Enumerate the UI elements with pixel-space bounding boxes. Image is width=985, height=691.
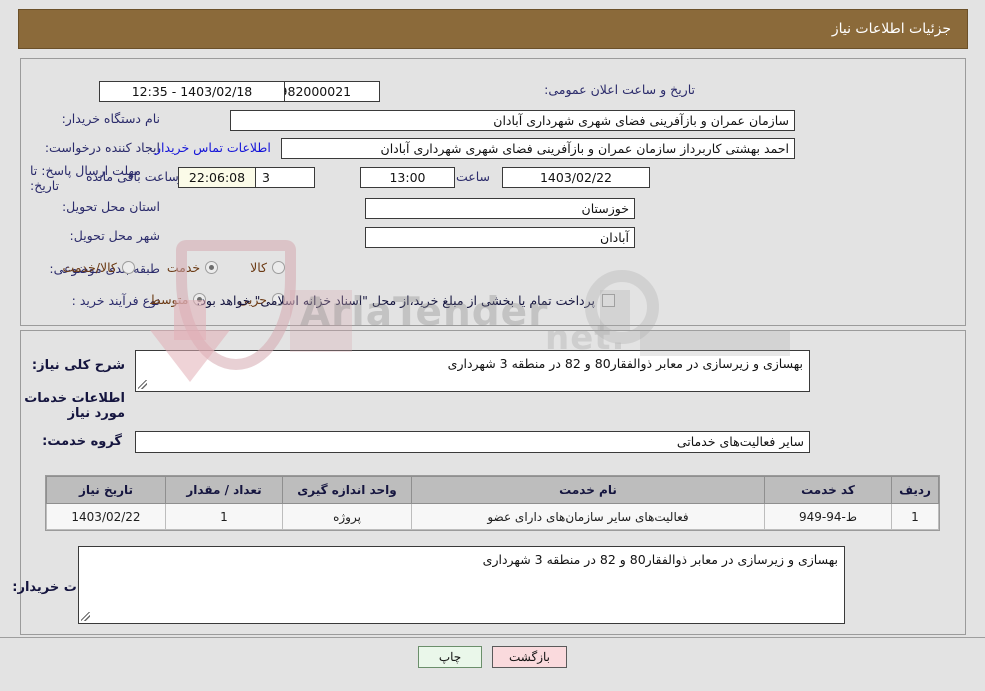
cell-unit: پروژه bbox=[282, 503, 412, 530]
cell-need-date: 1403/02/22 bbox=[46, 503, 166, 530]
cell-service-name: فعالیت‌های سایر سازمان‌های دارای عضو bbox=[411, 503, 765, 530]
table-header-row-index: ردیف bbox=[891, 476, 939, 504]
radio-button-selected-icon[interactable] bbox=[205, 261, 219, 274]
announce-label-wrap: تاریخ و ساعت اعلان عمومی: bbox=[544, 82, 695, 97]
table-row[interactable]: 1 ط-94-949 فعالیت‌های سایر سازمان‌های دا… bbox=[46, 503, 939, 530]
services-table: ردیف کد خدمت نام خدمت واحد اندازه گیری ت… bbox=[46, 476, 939, 530]
back-button[interactable]: بازگشت bbox=[492, 646, 567, 668]
table-header-service-name: نام خدمت bbox=[411, 476, 765, 504]
footer-button-row: بازگشت چاپ bbox=[0, 646, 985, 668]
buyer-org-value: سازمان عمران و بازآفرینی فضای شهری شهردا… bbox=[230, 110, 795, 131]
page-root: AriaTender .net جزئیات اطلاعات نیاز شمار… bbox=[0, 0, 985, 691]
table-header-need-date: تاریخ نیاز bbox=[46, 476, 166, 504]
services-table-wrapper: ردیف کد خدمت نام خدمت واحد اندازه گیری ت… bbox=[45, 475, 940, 531]
city-label-wrap: شهر محل تحویل: bbox=[70, 228, 160, 243]
announce-datetime-label: تاریخ و ساعت اعلان عمومی: bbox=[544, 82, 695, 97]
radio-option-kala-khedmat[interactable]: کالا/خدمت bbox=[62, 260, 135, 275]
cell-row-index: 1 bbox=[891, 503, 939, 530]
table-header-service-code: کد خدمت bbox=[764, 476, 892, 504]
page-title: جزئیات اطلاعات نیاز bbox=[831, 21, 951, 37]
creator-label-wrap: ایجاد کننده درخواست: bbox=[45, 140, 160, 155]
radio-label: کالا bbox=[250, 260, 267, 275]
delivery-city-label: شهر محل تحویل: bbox=[69, 228, 160, 243]
buyer-notes-textarea[interactable]: بهسازی و زیرسازی در معابر ذوالفقار80 و 8… bbox=[78, 546, 845, 624]
cell-quantity: 1 bbox=[165, 503, 283, 530]
radio-label: متوسط bbox=[149, 292, 189, 307]
radio-label: خدمت bbox=[166, 260, 201, 275]
deadline-time-value: 13:00 bbox=[360, 167, 455, 188]
request-creator-value: احمد بهشتی کاربرداز سازمان عمران و بازآف… bbox=[281, 138, 795, 159]
page-title-bar: جزئیات اطلاعات نیاز bbox=[18, 9, 968, 49]
announce-datetime-value: 1403/02/18 - 12:35 bbox=[99, 81, 285, 102]
delivery-province-label: استان محل تحویل: bbox=[61, 199, 160, 214]
delivery-province-value: خوزستان bbox=[365, 198, 635, 219]
print-button[interactable]: چاپ bbox=[418, 646, 482, 668]
general-description-textarea[interactable]: بهسازی و زیرسازی در معابر ذوالفقار80 و 8… bbox=[135, 350, 810, 392]
radio-button-icon[interactable] bbox=[121, 261, 135, 274]
table-header-quantity: تعداد / مقدار bbox=[165, 476, 283, 504]
province-label-wrap: استان محل تحویل: bbox=[62, 199, 160, 214]
remaining-hours-label: ساعت باقی مانده bbox=[86, 169, 179, 184]
checkbox-icon[interactable] bbox=[602, 294, 615, 307]
deadline-date-value: 1403/02/22 bbox=[502, 167, 650, 188]
radio-option-khedmat[interactable]: خدمت bbox=[166, 260, 219, 275]
countdown-timer-value: 22:06:08 bbox=[178, 167, 256, 188]
service-group-value: سایر فعالیت‌های خدماتی bbox=[135, 431, 810, 453]
radio-label: کالا/خدمت bbox=[62, 260, 117, 275]
buyer-org-label: نام دستگاه خریدار: bbox=[61, 111, 160, 126]
general-description-label: شرح کلی نیاز: bbox=[31, 358, 125, 373]
hour-label: ساعت bbox=[455, 169, 490, 184]
services-section-title: اطلاعات خدمات مورد نیاز bbox=[24, 391, 125, 421]
islamic-treasury-text: پرداخت تمام یا بخشی از مبلغ خرید،از محل … bbox=[196, 293, 595, 308]
delivery-city-value: آبادان bbox=[365, 227, 635, 248]
subject-category-radio-group: کالا خدمت کالا/خدمت bbox=[36, 260, 285, 275]
buyer-label-wrap: نام دستگاه خریدار: bbox=[62, 111, 160, 126]
buyer-contact-link[interactable]: اطلاعات تماس خریدار bbox=[155, 140, 271, 155]
service-group-label: گروه خدمت: bbox=[42, 434, 122, 449]
request-creator-label: ایجاد کننده درخواست: bbox=[44, 140, 160, 155]
radio-option-kala[interactable]: کالا bbox=[250, 260, 285, 275]
table-header-unit: واحد اندازه گیری bbox=[282, 476, 412, 504]
cell-service-code: ط-94-949 bbox=[764, 503, 892, 530]
radio-button-icon[interactable] bbox=[272, 261, 285, 274]
table-header-row: ردیف کد خدمت نام خدمت واحد اندازه گیری ت… bbox=[46, 476, 939, 504]
islamic-treasury-checkbox-row[interactable]: پرداخت تمام یا بخشی از مبلغ خرید،از محل … bbox=[196, 293, 615, 308]
footer-divider bbox=[0, 637, 985, 638]
